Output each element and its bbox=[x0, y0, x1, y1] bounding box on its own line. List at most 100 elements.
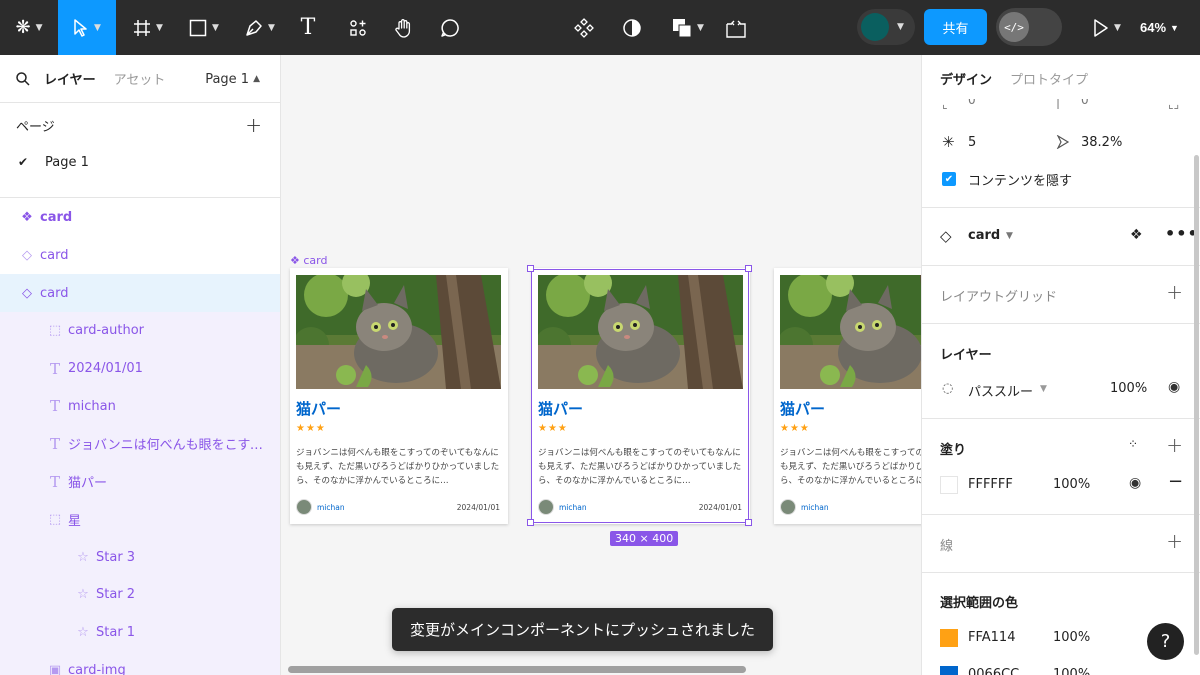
tab-prototype[interactable]: プロトタイプ bbox=[1010, 69, 1088, 88]
present-button[interactable]: ▼ bbox=[1084, 0, 1130, 55]
chevron-down-icon: ▼ bbox=[1170, 22, 1179, 33]
component-name[interactable]: card bbox=[968, 228, 1000, 243]
fill-hex[interactable]: FFFFFF bbox=[968, 477, 1013, 492]
boolean-button[interactable]: ▼ bbox=[664, 0, 712, 55]
resize-handle-br[interactable] bbox=[745, 519, 752, 526]
selection-colors-heading: 選択範囲の色 bbox=[940, 596, 1019, 611]
add-layout-grid-icon[interactable]: + bbox=[1166, 280, 1183, 304]
main-menu-button[interactable]: ❋ ▼ bbox=[0, 0, 58, 55]
resize-handle-bl[interactable] bbox=[527, 519, 534, 526]
selection-color-opacity[interactable]: 100% bbox=[1053, 630, 1090, 645]
resources-button[interactable] bbox=[340, 0, 376, 55]
comment-tool-icon bbox=[441, 18, 459, 37]
resize-handle-tr[interactable] bbox=[745, 265, 752, 272]
hide-content-row[interactable]: ✔ コンテンツを隠す bbox=[922, 168, 1200, 190]
tab-layers[interactable]: レイヤー bbox=[44, 69, 96, 88]
layer-row[interactable]: ☆ Star 3 bbox=[0, 538, 280, 576]
page-item[interactable]: ✔ Page 1 bbox=[0, 147, 280, 177]
instance-icon: ◇ bbox=[22, 248, 32, 264]
layer-row[interactable]: T 2024/01/01 bbox=[0, 349, 280, 388]
selection-color-opacity[interactable]: 100% bbox=[1053, 667, 1090, 675]
layer-row[interactable]: ☆ Star 2 bbox=[0, 575, 280, 614]
add-page-icon[interactable]: + bbox=[245, 113, 262, 137]
tab-design[interactable]: デザイン bbox=[940, 69, 992, 88]
text-tool-button[interactable]: T bbox=[290, 0, 326, 55]
search-icon[interactable] bbox=[16, 71, 30, 86]
chevron-down-icon[interactable]: ▼ bbox=[1040, 384, 1047, 394]
vertical-scrollbar[interactable] bbox=[1194, 155, 1199, 655]
point-count[interactable]: 5 bbox=[968, 135, 976, 150]
resize-handle-tl[interactable] bbox=[527, 265, 534, 272]
layer-row[interactable]: ☆ Star 1 bbox=[0, 613, 280, 652]
share-button[interactable]: 共有 bbox=[924, 9, 987, 45]
selection-color-hex[interactable]: FFA114 bbox=[968, 630, 1015, 645]
layer-row[interactable]: ⬚ 星 bbox=[0, 500, 280, 539]
hand-tool-button[interactable] bbox=[386, 0, 422, 55]
frame-tool-button[interactable]: ▼ bbox=[124, 0, 172, 55]
layer-row[interactable]: T michan bbox=[0, 387, 280, 426]
component-main-icon: ❖ bbox=[290, 254, 300, 267]
eye-icon[interactable]: ◉ bbox=[1129, 475, 1141, 491]
card-instance-selected[interactable]: 猫パー ★★★ ジョバンニは何べんも眼をこすってのぞいてもなんにも見えず、ただ黒… bbox=[532, 268, 750, 524]
chevron-down-icon: ▼ bbox=[212, 22, 219, 33]
layer-row[interactable]: T 猫パー bbox=[0, 462, 280, 501]
chevron-down-icon[interactable]: ▼ bbox=[1006, 231, 1013, 241]
frame-label[interactable]: ❖ card bbox=[290, 254, 327, 267]
color-swatch-orange[interactable] bbox=[940, 629, 958, 647]
check-icon: ✔ bbox=[18, 155, 29, 169]
add-fill-icon[interactable]: + bbox=[1166, 433, 1183, 457]
fill-swatch[interactable] bbox=[940, 476, 958, 494]
add-stroke-icon[interactable]: + bbox=[1166, 529, 1183, 553]
help-button[interactable]: ? bbox=[1147, 623, 1184, 660]
component-icon bbox=[574, 17, 594, 38]
dev-mode-crop-icon bbox=[726, 20, 746, 38]
remove-fill-icon[interactable]: − bbox=[1168, 471, 1183, 492]
fill-opacity[interactable]: 100% bbox=[1053, 477, 1090, 492]
pen-tool-button[interactable]: ▼ bbox=[236, 0, 284, 55]
layer-list: ❖ card ◇ card ◇ card ⬚ card-author T 202… bbox=[0, 198, 280, 675]
user-color-button[interactable]: ▼ bbox=[857, 9, 915, 45]
layer-row[interactable]: ▣ card-img bbox=[0, 651, 280, 675]
card-title: 猫パー bbox=[296, 400, 342, 418]
resources-icon bbox=[350, 19, 366, 36]
top-toolbar: ❋ ▼ ▼ ▼ ▼ ▼ T ▼ ▼ 共有 </> ▼ 64% ▼ bbox=[0, 0, 1200, 55]
selection-color-hex[interactable]: 0066CC bbox=[968, 667, 1019, 675]
contrast-button[interactable] bbox=[614, 0, 650, 55]
user-swatch bbox=[861, 13, 889, 41]
chevron-down-icon: ▼ bbox=[1114, 22, 1121, 33]
layer-opacity[interactable]: 100% bbox=[1110, 381, 1147, 396]
tab-assets[interactable]: アセット bbox=[114, 69, 166, 88]
color-swatch-blue[interactable] bbox=[940, 666, 958, 675]
check-icon[interactable]: ✔ bbox=[942, 172, 956, 186]
layer-row[interactable]: ◇ card bbox=[0, 237, 280, 275]
blend-mode[interactable]: パススルー bbox=[968, 381, 1033, 400]
eye-icon[interactable]: ◉ bbox=[1168, 379, 1180, 395]
page-selector[interactable]: Page 1 ▲ bbox=[205, 55, 260, 103]
layer-row[interactable]: ⬚ card-author bbox=[0, 312, 280, 350]
boolean-icon bbox=[673, 18, 692, 37]
layer-row[interactable]: T ジョバンニは何べんも眼をこすってのぞいてもなんにも見えず bbox=[0, 425, 280, 463]
zoom-menu[interactable]: 64% ▼ bbox=[1140, 0, 1179, 55]
crop-button[interactable] bbox=[718, 0, 754, 55]
shape-tool-button[interactable]: ▼ bbox=[180, 0, 228, 55]
dev-mode-toggle[interactable]: </> bbox=[996, 8, 1062, 46]
ratio-value[interactable]: 38.2% bbox=[1081, 135, 1122, 150]
horizontal-scrollbar[interactable] bbox=[288, 666, 746, 673]
layer-row[interactable]: ❖ card bbox=[0, 199, 280, 237]
canvas[interactable]: ❖ card 猫パー ★★★ ジョバンニは何べんも眼をこすってのぞいてもなんにも… bbox=[281, 55, 921, 675]
chevron-down-icon: ▼ bbox=[94, 22, 101, 33]
card-main-component[interactable]: 猫パー ★★★ ジョバンニは何べんも眼をこすってのぞいてもなんにも見えず、ただ黒… bbox=[290, 268, 508, 524]
component-main-icon[interactable]: ❖ bbox=[1130, 227, 1143, 243]
layer-row-selected[interactable]: ◇ card bbox=[0, 274, 280, 313]
component-button[interactable] bbox=[566, 0, 602, 55]
card-instance[interactable]: 猫パー ★★★ ジョバンニは何べんも眼をこすってのぞいてもなんにも見えず、ただ黒… bbox=[774, 268, 921, 524]
star-layer-icon: ☆ bbox=[77, 624, 89, 640]
style-grid-icon[interactable]: ⁘ bbox=[1128, 437, 1138, 451]
move-tool-button[interactable]: ▼ bbox=[58, 0, 116, 55]
comment-tool-button[interactable] bbox=[432, 0, 468, 55]
code-icon: </> bbox=[999, 12, 1029, 42]
card-body-text: ジョバンニは何べんも眼をこすってのぞいてもなんにも見えず、ただ黒いびろうどばかり… bbox=[780, 448, 921, 486]
chevron-down-icon: ▼ bbox=[35, 22, 43, 33]
point-count-icon: ✳ bbox=[942, 133, 955, 151]
shape-tool-icon bbox=[189, 19, 207, 36]
